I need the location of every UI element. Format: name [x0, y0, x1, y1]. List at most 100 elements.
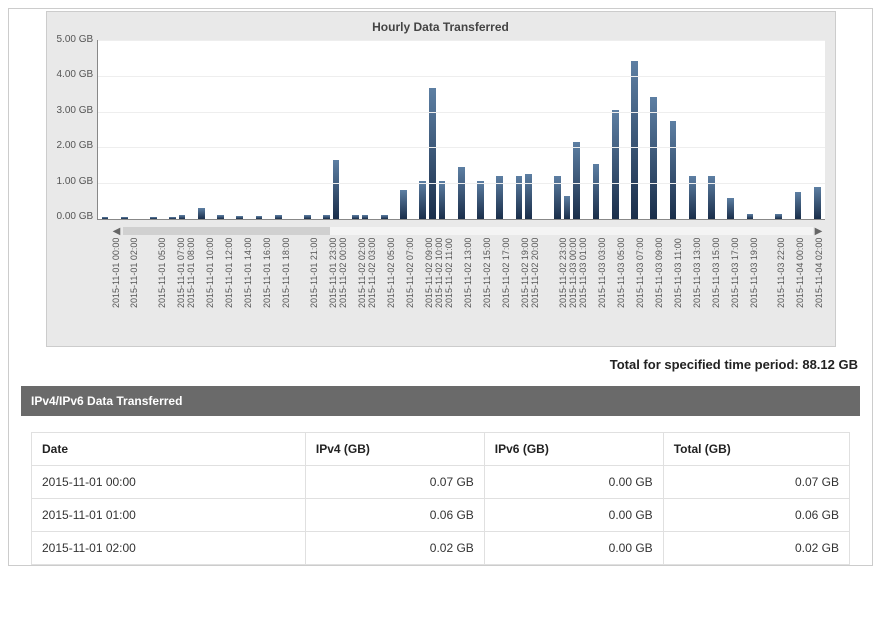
table-row: 2015-11-01 00:000.07 GB0.00 GB0.07 GB	[32, 466, 850, 499]
x-tick	[377, 238, 386, 338]
bar	[352, 215, 359, 219]
gridline	[98, 76, 824, 77]
bar	[795, 192, 802, 219]
bar-slot	[668, 40, 678, 219]
col-date: Date	[32, 433, 306, 466]
y-tick: 2.00 GB	[57, 140, 94, 151]
bar-slot	[148, 40, 158, 219]
bar-slot	[562, 40, 572, 219]
x-tick: 2015-11-02 10:00	[434, 238, 444, 338]
scroll-track[interactable]	[123, 227, 813, 235]
bar-slot	[456, 40, 466, 219]
bar	[323, 215, 330, 219]
x-tick: 2015-11-03 03:00	[597, 238, 607, 338]
x-tick	[234, 238, 243, 338]
bar-slot	[735, 40, 745, 219]
x-tick: 2015-11-02 17:00	[501, 238, 511, 338]
bar	[525, 174, 532, 219]
x-tick	[492, 238, 501, 338]
gridline	[98, 112, 824, 113]
x-tick	[664, 238, 673, 338]
bar-slot	[168, 40, 178, 219]
bar-slot	[591, 40, 601, 219]
bar-slot	[447, 40, 457, 219]
plot-area	[97, 40, 824, 220]
bar-slot	[341, 40, 351, 219]
gridline	[98, 40, 824, 41]
cell-date: 2015-11-01 00:00	[32, 466, 306, 499]
bar-slot	[196, 40, 206, 219]
x-tick: 2015-11-03 22:00	[776, 238, 786, 338]
x-tick	[215, 238, 224, 338]
bar-slot	[649, 40, 659, 219]
x-tick	[645, 238, 654, 338]
x-tick: 2015-11-02 19:00	[520, 238, 530, 338]
bar-slot	[620, 40, 630, 219]
x-tick: 2015-11-02 13:00	[463, 238, 473, 338]
bar-slot	[812, 40, 822, 219]
bar-slot	[687, 40, 697, 219]
table-row: 2015-11-01 01:000.06 GB0.00 GB0.06 GB	[32, 499, 850, 532]
bar-slot	[399, 40, 409, 219]
bar	[150, 217, 157, 219]
x-tick: 2015-11-02 09:00	[424, 238, 434, 338]
bar-slot	[581, 40, 591, 219]
x-tick: 2015-11-01 14:00	[243, 238, 253, 338]
x-tick: 2015-11-01 18:00	[281, 238, 291, 338]
bar-slot	[524, 40, 534, 219]
x-tick	[454, 238, 463, 338]
table-section-title: IPv4/IPv6 Data Transferred	[21, 386, 860, 416]
table-panel: IPv4/IPv6 Data Transferred Date IPv4 (GB…	[21, 386, 860, 565]
x-tick: 2015-11-01 05:00	[157, 238, 167, 338]
bar-slot	[331, 40, 341, 219]
y-tick: 3.00 GB	[57, 105, 94, 116]
bar-slot	[216, 40, 226, 219]
bar-slot	[553, 40, 563, 219]
x-tick: 2015-11-02 07:00	[405, 238, 415, 338]
bar	[593, 164, 600, 219]
x-tick: 2015-11-01 08:00	[186, 238, 196, 338]
bar	[275, 215, 282, 219]
bar-slot	[389, 40, 399, 219]
cell-total: 0.02 GB	[663, 532, 849, 565]
x-tick: 2015-11-03 11:00	[673, 238, 683, 338]
x-tick	[291, 238, 300, 338]
bar	[727, 198, 734, 219]
x-tick	[588, 238, 597, 338]
x-tick: 2015-11-02 23:00	[558, 238, 568, 338]
bar	[121, 217, 128, 219]
y-tick: 5.00 GB	[57, 34, 94, 45]
bar-slot	[504, 40, 514, 219]
scroll-thumb[interactable]	[123, 227, 330, 235]
x-tick	[683, 238, 692, 338]
scroll-right-icon[interactable]: ▶	[813, 226, 825, 237]
bar-slot	[707, 40, 717, 219]
scroll-left-icon[interactable]: ◀	[111, 226, 123, 237]
x-tick	[740, 238, 749, 338]
x-tick	[549, 238, 558, 338]
x-tick	[721, 238, 730, 338]
y-axis: 5.00 GB4.00 GB3.00 GB2.00 GB1.00 GB0.00 …	[57, 34, 98, 222]
bar-slot	[774, 40, 784, 219]
bar-slot	[293, 40, 303, 219]
bar-slot	[803, 40, 813, 219]
bar-slot	[418, 40, 428, 219]
bar	[400, 190, 407, 219]
x-tick: 2015-11-02 15:00	[482, 238, 492, 338]
bar-slot	[764, 40, 774, 219]
bar-slot	[408, 40, 418, 219]
x-axis: 2015-11-01 00:002015-11-01 02:002015-11-…	[111, 238, 825, 338]
x-tick: 2015-11-02 11:00	[444, 238, 454, 338]
y-tick: 1.00 GB	[57, 176, 94, 187]
x-tick: 2015-11-01 10:00	[205, 238, 215, 338]
x-tick	[540, 238, 549, 338]
bar-slot	[726, 40, 736, 219]
x-tick: 2015-11-02 03:00	[367, 238, 377, 338]
bar-slot	[264, 40, 274, 219]
x-tick: 2015-11-03 13:00	[692, 238, 702, 338]
chart-scrollbar[interactable]: ◀ ▶	[111, 224, 825, 238]
x-tick: 2015-11-01 02:00	[129, 238, 139, 338]
bar	[179, 215, 186, 219]
bar	[381, 215, 388, 219]
bar-slot	[283, 40, 293, 219]
